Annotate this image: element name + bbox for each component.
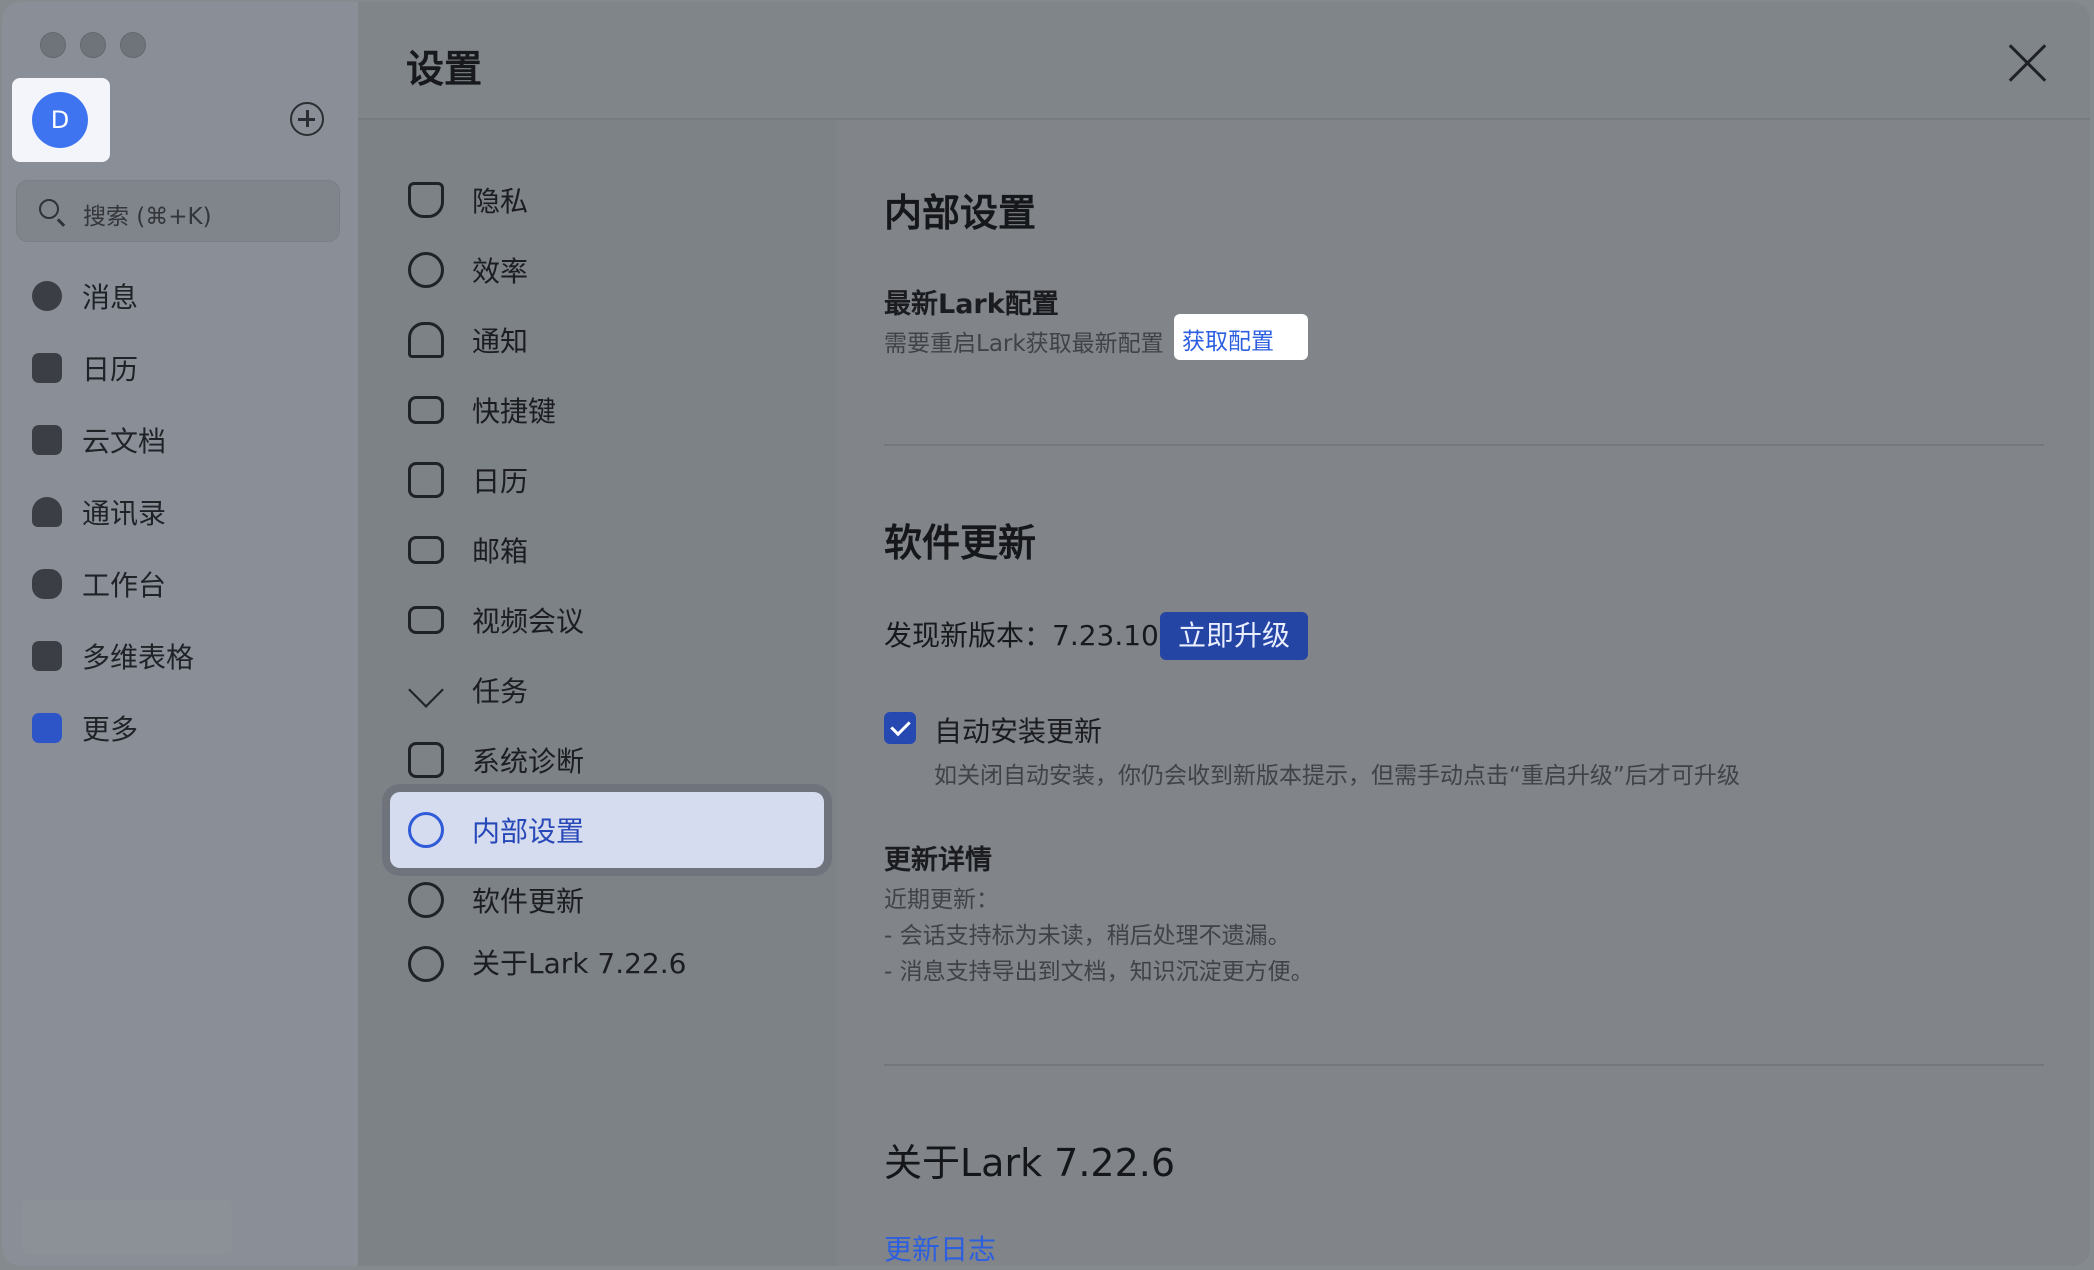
- info-icon: [408, 946, 444, 982]
- base-icon: [32, 641, 62, 671]
- workplace-icon: [32, 569, 62, 599]
- latest-config-title: 最新Lark配置: [884, 289, 1059, 320]
- settings-header: 设置: [358, 2, 2090, 120]
- menu-item-video-meeting[interactable]: 视频会议: [390, 582, 824, 658]
- sidebar-footer: [22, 1200, 232, 1254]
- changelog-link[interactable]: 更新日志: [884, 1228, 996, 1266]
- upgrade-icon: [408, 882, 444, 918]
- mail-icon: [408, 536, 444, 564]
- menu-item-label: 内部设置: [472, 815, 585, 848]
- sidebar-item-docs[interactable]: 云文档: [32, 418, 166, 462]
- menu-item-label: 通知: [472, 325, 529, 358]
- calendar-icon: [408, 462, 444, 498]
- docs-icon: [32, 425, 62, 455]
- app-window: D 搜索 (⌘+K) 消息 日历 云文档 通讯录 工作台 多维表格 更多 设置 …: [2, 2, 2090, 1266]
- internal-settings-title: 内部设置: [884, 191, 1037, 235]
- get-config-link[interactable]: 获取配置: [1182, 322, 1274, 356]
- auto-install-label: 自动安装更新: [934, 715, 1103, 748]
- menu-item-label: 系统诊断: [472, 745, 585, 778]
- diagnostic-icon: [408, 742, 444, 778]
- menu-item-about[interactable]: 关于Lark 7.22.6: [390, 932, 824, 982]
- software-update-title: 软件更新: [884, 521, 1037, 565]
- menu-item-calendar[interactable]: 日历: [390, 442, 824, 518]
- menu-item-label: 软件更新: [472, 885, 585, 918]
- get-config-link-box[interactable]: 获取配置: [1174, 314, 1308, 360]
- sidebar-item-label: 工作台: [82, 569, 167, 602]
- task-icon: [408, 672, 444, 708]
- update-details-item: - 会话支持标为未读，稍后处理不遗漏。: [884, 923, 1291, 949]
- upgrade-now-button[interactable]: 立即升级: [1160, 612, 1308, 660]
- update-details-recent: 近期更新：: [884, 887, 999, 913]
- search-placeholder: 搜索 (⌘+K): [83, 204, 212, 230]
- menu-item-internal-settings[interactable]: 内部设置: [390, 792, 824, 868]
- auto-install-checkbox[interactable]: [884, 712, 916, 744]
- avatar[interactable]: D: [32, 92, 88, 148]
- divider: [884, 444, 2044, 446]
- sidebar-item-more[interactable]: 更多: [32, 706, 138, 750]
- menu-item-diagnostics[interactable]: 系统诊断: [390, 722, 824, 798]
- shield-icon: [408, 182, 444, 218]
- sidebar-item-label: 多维表格: [82, 641, 195, 674]
- lightbulb-icon: [408, 252, 444, 288]
- sidebar-item-label: 消息: [82, 281, 139, 314]
- video-icon: [408, 606, 444, 634]
- menu-item-shortcuts[interactable]: 快捷键: [390, 372, 824, 448]
- search-input[interactable]: 搜索 (⌘+K): [16, 180, 340, 242]
- menu-item-label: 快捷键: [472, 395, 557, 428]
- page-title: 设置: [406, 47, 483, 91]
- close-window-dot[interactable]: [40, 32, 66, 58]
- menu-item-label: 任务: [472, 675, 529, 708]
- menu-item-label: 隐私: [472, 185, 529, 218]
- sidebar-item-messages[interactable]: 消息: [32, 274, 138, 318]
- sidebar-item-base[interactable]: 多维表格: [32, 634, 194, 678]
- menu-item-label: 邮箱: [472, 535, 529, 568]
- update-details-item: - 消息支持导出到文档，知识沉淀更方便。: [884, 959, 1314, 985]
- menu-item-privacy[interactable]: 隐私: [390, 162, 824, 238]
- calendar-icon: [32, 353, 62, 383]
- close-icon[interactable]: [2006, 42, 2048, 84]
- menu-item-label: 视频会议: [472, 605, 585, 638]
- sidebar-item-label: 日历: [82, 353, 139, 386]
- menu-item-tasks[interactable]: 任务: [390, 652, 824, 728]
- menu-item-label: 关于Lark 7.22.6: [472, 947, 687, 980]
- menu-item-label: 效率: [472, 255, 529, 288]
- chat-icon: [32, 281, 62, 311]
- settings-menu: 隐私 效率 通知 快捷键 日历 邮箱 视频会议 任务 系统诊断 内部设置 软件更…: [358, 120, 836, 1266]
- menu-item-notifications[interactable]: 通知: [390, 302, 824, 378]
- zoom-window-dot[interactable]: [120, 32, 146, 58]
- bell-icon: [408, 322, 444, 358]
- contacts-icon: [32, 497, 62, 527]
- sidebar-item-label: 云文档: [82, 425, 167, 458]
- auto-install-desc: 如关闭自动安装，你仍会收到新版本提示，但需手动点击“重启升级”后才可升级: [934, 763, 1740, 789]
- settings-content: 内部设置 最新Lark配置 需要重启Lark获取最新配置 获取配置 软件更新 发…: [838, 120, 2090, 1266]
- menu-item-efficiency[interactable]: 效率: [390, 232, 824, 308]
- search-icon: [39, 199, 59, 219]
- sidebar-item-calendar[interactable]: 日历: [32, 346, 138, 390]
- sidebar-item-workplace[interactable]: 工作台: [32, 562, 166, 606]
- sidebar-item-label: 更多: [82, 713, 139, 746]
- more-apps-icon: [32, 713, 62, 743]
- settings-panel: 设置 隐私 效率 通知 快捷键 日历 邮箱 视频会议 任务 系统诊断 内部设置 …: [358, 2, 2090, 1266]
- about-title: 关于Lark 7.22.6: [884, 1141, 1176, 1185]
- keyboard-icon: [408, 396, 444, 424]
- menu-item-label: 日历: [472, 465, 529, 498]
- sidebar-item-label: 通讯录: [82, 497, 167, 530]
- sidebar-item-contacts[interactable]: 通讯录: [32, 490, 166, 534]
- avatar-container[interactable]: D: [12, 78, 110, 162]
- menu-item-mail[interactable]: 邮箱: [390, 512, 824, 588]
- new-version-label: 发现新版本：7.23.10: [884, 619, 1159, 652]
- menu-item-software-update[interactable]: 软件更新: [390, 862, 824, 938]
- minimize-window-dot[interactable]: [80, 32, 106, 58]
- divider: [884, 1064, 2044, 1066]
- latest-config-desc: 需要重启Lark获取最新配置: [884, 331, 1164, 357]
- add-icon[interactable]: [290, 102, 324, 136]
- update-details-title: 更新详情: [884, 845, 992, 876]
- app-sidebar: D 搜索 (⌘+K) 消息 日历 云文档 通讯录 工作台 多维表格 更多: [2, 2, 358, 1266]
- wrench-icon: [408, 812, 444, 848]
